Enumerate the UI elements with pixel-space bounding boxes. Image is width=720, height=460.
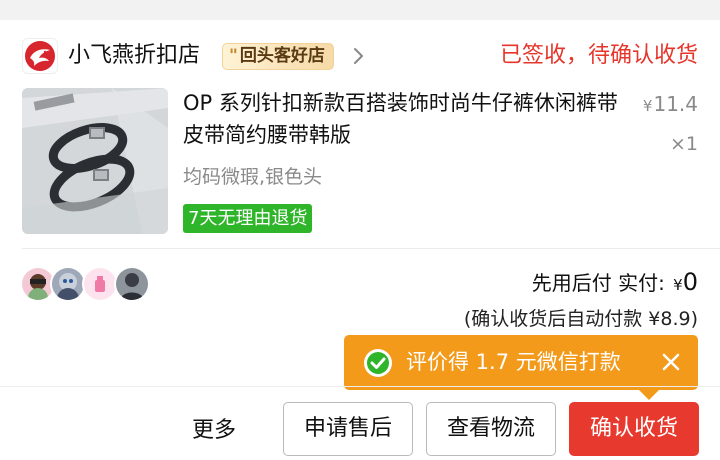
badge-quote-mark: " (229, 46, 238, 66)
product-title[interactable]: OP 系列针扣新款百搭装饰时尚牛仔裤休闲裤带皮带简约腰带韩版 (183, 87, 623, 151)
payment-summary: 先用后付 实付: ¥0 (532, 266, 698, 298)
price-value: 11.4 (653, 92, 698, 116)
swallow-logo-icon (25, 41, 55, 71)
return-policy-badge: 7天无理由退货 (183, 204, 313, 233)
product-price: ¥11.4 (643, 92, 698, 116)
payment-currency: ¥ (673, 276, 683, 294)
top-strip (0, 0, 720, 20)
order-card (0, 20, 720, 460)
tooltip-text: 评价得 1.7 元微信打款 (406, 350, 621, 374)
avatar (82, 266, 118, 302)
auto-pay-note: (确认收货后自动付款 ¥8.9) (463, 308, 698, 330)
divider (22, 248, 720, 249)
close-icon[interactable] (660, 351, 682, 373)
shop-logo[interactable] (22, 38, 58, 74)
view-logistics-button[interactable]: 查看物流 (426, 402, 556, 456)
tooltip-arrow (638, 389, 660, 400)
chevron-right-icon[interactable] (352, 45, 366, 67)
avatar (50, 266, 86, 302)
avatar (114, 266, 150, 302)
product-sku: 均码微瑕,银色头 (183, 166, 323, 188)
repeat-customer-badge[interactable]: " 回头客好店 (222, 43, 334, 70)
order-status: 已签收，待确认收货 (499, 43, 698, 68)
payment-label: 先用后付 实付: (531, 271, 672, 295)
confirm-receipt-button[interactable]: 确认收货 (569, 402, 699, 456)
shop-name[interactable]: 小飞燕折扣店 (68, 38, 200, 74)
price-currency: ¥ (642, 97, 653, 115)
badge-label: 回头客好店 (239, 46, 325, 66)
product-quantity: ×1 (669, 133, 698, 155)
payment-amount: 0 (682, 268, 698, 296)
action-bar-divider (0, 386, 720, 387)
after-sale-button[interactable]: 申请售后 (283, 402, 413, 456)
review-reward-tooltip[interactable]: 评价得 1.7 元微信打款 (344, 335, 698, 400)
product-photo (22, 88, 168, 234)
more-button[interactable]: 更多 (176, 408, 252, 454)
wechat-icon (364, 349, 392, 377)
product-image[interactable] (22, 88, 168, 234)
